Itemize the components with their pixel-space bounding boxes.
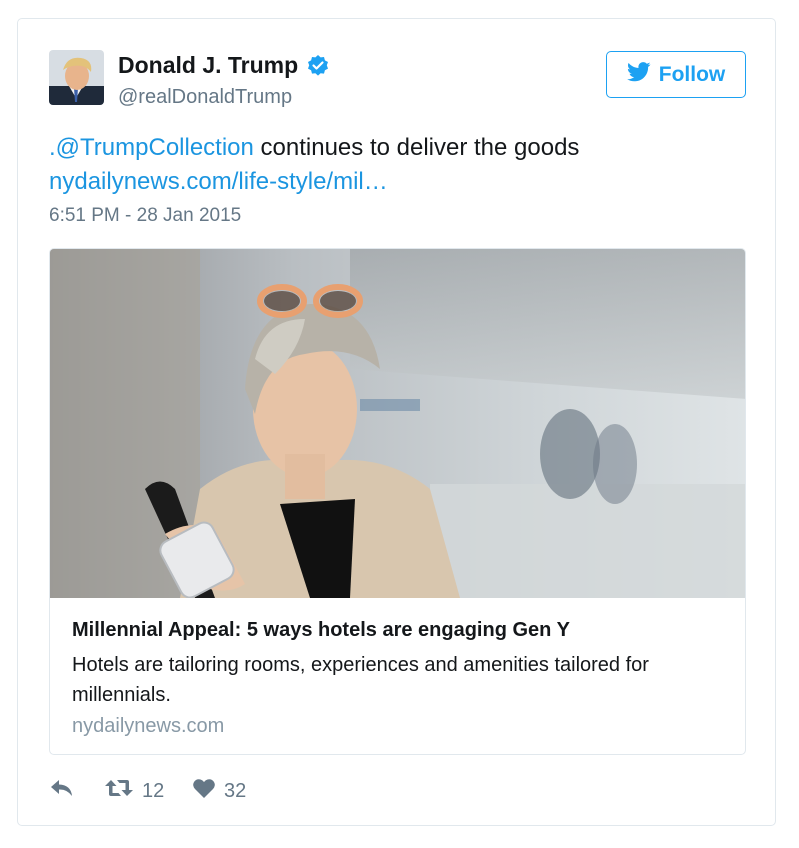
card-description: Hotels are tailoring rooms, experiences … xyxy=(72,654,649,706)
tweet-text: .@TrumpCollection continues to deliver t… xyxy=(49,131,749,199)
display-name-text: Donald J. Trump xyxy=(118,52,299,78)
follow-button[interactable]: Follow xyxy=(606,51,746,98)
reply-button[interactable] xyxy=(49,776,75,806)
timestamp[interactable]: 6:51 PM - 28 Jan 2015 xyxy=(49,205,241,227)
display-name[interactable]: Donald J. Trump xyxy=(118,52,330,79)
reply-icon xyxy=(49,777,75,805)
retweet-count: 12 xyxy=(142,779,165,802)
verified-check-icon xyxy=(306,54,330,78)
twitter-bird-icon xyxy=(626,61,651,88)
handle[interactable]: @realDonaldTrump xyxy=(118,86,292,109)
like-count: 32 xyxy=(224,779,247,802)
retweet-button[interactable]: 12 xyxy=(104,776,164,806)
tweet-body: continues to deliver the goods xyxy=(253,134,580,161)
link-card[interactable]: Millennial Appeal: 5 ways hotels are eng… xyxy=(49,248,746,755)
avatar[interactable] xyxy=(49,50,104,105)
card-image xyxy=(50,249,745,598)
mention-link[interactable]: .@TrumpCollection xyxy=(49,134,254,161)
like-button[interactable]: 32 xyxy=(192,776,246,806)
card-domain: nydailynews.com xyxy=(72,715,225,737)
heart-icon xyxy=(192,777,216,805)
tweet-card: Donald J. Trump @realDonaldTrump Follow … xyxy=(17,18,776,826)
follow-label: Follow xyxy=(658,62,726,86)
article-link[interactable]: nydailynews.com/life-style/mil… xyxy=(49,168,388,195)
card-title: Millennial Appeal: 5 ways hotels are eng… xyxy=(72,619,570,641)
retweet-icon xyxy=(104,777,134,805)
